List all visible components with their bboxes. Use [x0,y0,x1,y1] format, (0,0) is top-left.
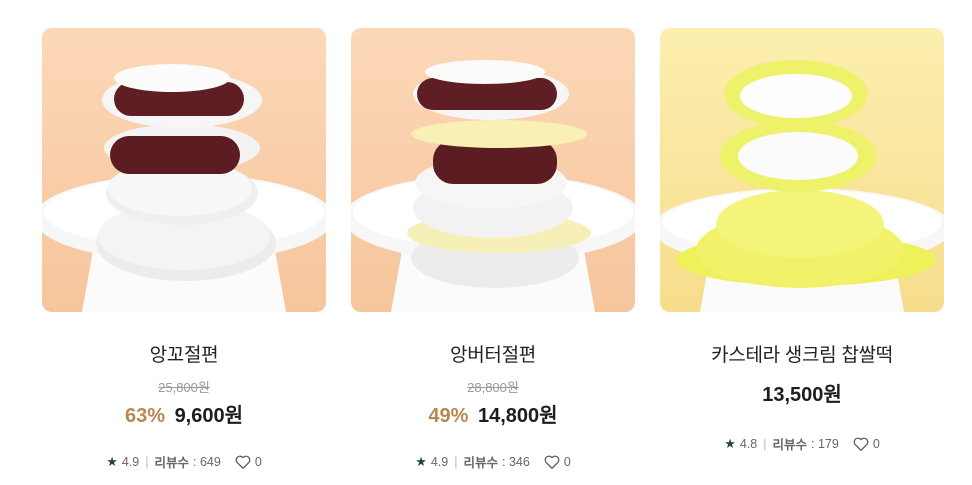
sale-price: 14,800원 [478,405,558,427]
review-count: : 179 [811,436,839,451]
rating-value: 4.9 [430,454,449,469]
discount-rate: 63% [124,405,165,427]
review-label: 리뷰수 [463,456,499,470]
original-price: 25,800원 [158,380,210,395]
price-row: 49% 14,800원 [351,399,635,428]
bean-butter-rice-cake-image [351,28,635,312]
review-label: 리뷰수 [772,438,808,452]
heart-icon [853,437,869,451]
product-image[interactable] [660,28,944,312]
product-meta: ★ 4.8 | 리뷰수: 179 0 [660,434,944,453]
rating-value: 4.9 [121,454,140,469]
rating-value: 4.8 [739,436,758,451]
sale-price: 13,500원 [762,384,842,406]
star-icon: ★ [724,435,736,451]
price-row: 63% 9,600원 [42,399,326,428]
product-name[interactable]: 앙버터절편 [351,340,635,367]
original-price: 28,800원 [467,380,519,395]
castella-cream-mochi-image [660,28,944,312]
like-button[interactable]: 0 [544,455,571,469]
discount-rate: 49% [428,405,469,427]
product-image[interactable] [351,28,635,312]
product-name[interactable]: 카스테라 생크림 찹쌀떡 [660,340,944,367]
divider: | [454,454,458,469]
product-meta: ★ 4.9 | 리뷰수: 346 0 [351,452,635,471]
product-name[interactable]: 앙꼬절편 [42,340,326,367]
star-icon: ★ [106,453,118,469]
heart-icon [235,455,251,469]
like-count: 0 [563,454,571,469]
product-card[interactable]: 앙버터절편 28,800원 49% 14,800원 ★ 4.9 | 리뷰수: 3… [351,28,635,471]
product-grid: 앙꼬절편 25,800원 63% 9,600원 ★ 4.9 | 리뷰수: 649… [0,0,972,485]
product-card[interactable]: 카스테라 생크림 찹쌀떡 13,500원 ★ 4.8 | 리뷰수: 179 0 [660,28,944,453]
review-label: 리뷰수 [154,456,190,470]
sale-price: 9,600원 [174,405,244,427]
divider: | [763,436,767,451]
product-card[interactable]: 앙꼬절편 25,800원 63% 9,600원 ★ 4.9 | 리뷰수: 649… [42,28,326,471]
like-count: 0 [254,454,262,469]
like-button[interactable]: 0 [235,455,262,469]
star-icon: ★ [415,453,427,469]
divider: | [145,454,149,469]
like-count: 0 [872,436,880,451]
review-count: : 346 [502,454,530,469]
product-image[interactable] [42,28,326,312]
product-meta: ★ 4.9 | 리뷰수: 649 0 [42,452,326,471]
like-button[interactable]: 0 [853,437,880,451]
review-count: : 649 [193,454,221,469]
heart-icon [544,455,560,469]
bean-paste-rice-cake-image [42,28,326,312]
